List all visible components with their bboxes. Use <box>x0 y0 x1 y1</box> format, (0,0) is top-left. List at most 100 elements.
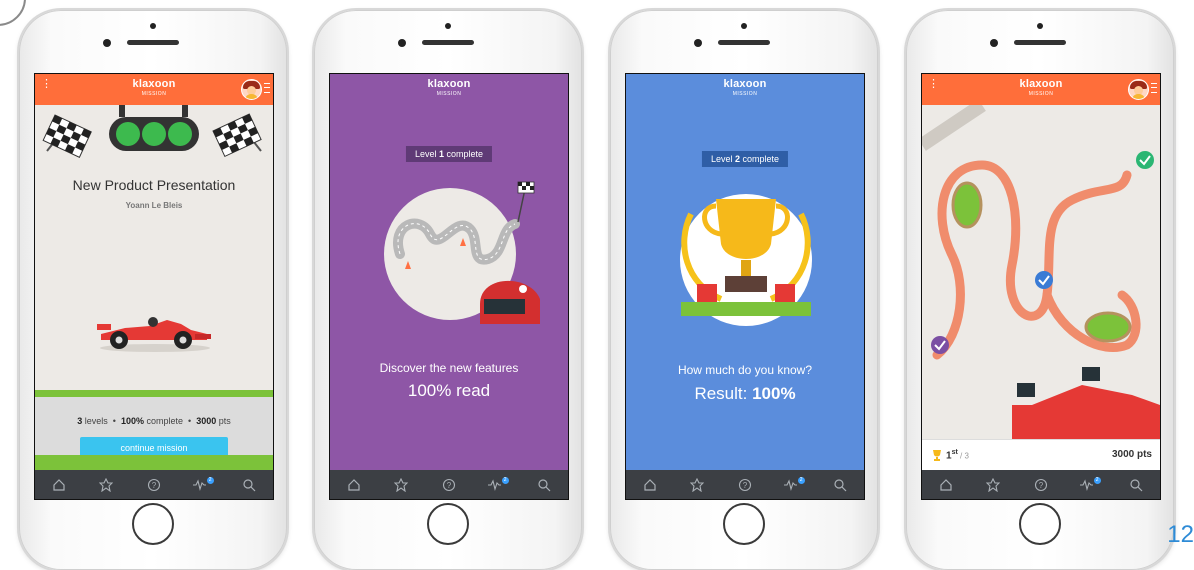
screen-level1-complete: klaxoon MISSION Level 1 complete Discove… <box>329 73 569 500</box>
home-icon[interactable] <box>47 478 71 492</box>
trophy-illustration <box>681 199 811 316</box>
levels-label: levels <box>84 416 108 426</box>
level-complete-badge: Level 2 complete <box>701 151 789 167</box>
grass-strip-bottom <box>35 455 273 470</box>
help-icon[interactable]: ? <box>733 478 757 492</box>
activity-icon[interactable]: 2 <box>781 476 805 492</box>
activity-badge: 2 <box>501 476 509 484</box>
search-icon[interactable] <box>828 478 852 492</box>
missions-icon[interactable] <box>685 477 709 492</box>
brand-logo: klaxoon MISSION <box>330 79 568 98</box>
badge-prefix: Level <box>710 154 735 164</box>
missions-icon[interactable] <box>981 477 1005 492</box>
levels-count: 3 <box>77 416 83 426</box>
search-icon[interactable] <box>1124 478 1148 492</box>
screen-mission-overview: ⋮ klaxoon MISSION New Product Presentati… <box>34 73 274 500</box>
avatar[interactable] <box>1128 79 1149 100</box>
hamburger-icon[interactable] <box>1151 83 1157 93</box>
sensor-dot <box>741 23 747 29</box>
rank: 1st / 3 <box>946 449 969 461</box>
app-header: klaxoon MISSION <box>330 74 568 105</box>
badge-suffix: complete <box>444 149 484 159</box>
result-value: 100% <box>752 384 796 403</box>
brand-sub: MISSION <box>141 91 167 97</box>
speaker-grille <box>422 40 474 45</box>
badge-prefix: Level <box>414 149 439 159</box>
race-track-map <box>922 105 1160 440</box>
search-icon[interactable] <box>532 478 556 492</box>
race-start-lights-illustration <box>42 105 262 158</box>
camera-icon <box>990 39 998 47</box>
svg-text:?: ? <box>743 481 748 490</box>
hamburger-icon[interactable] <box>264 83 270 93</box>
sensor-dot <box>1037 23 1043 29</box>
complete-label: complete <box>146 416 184 426</box>
svg-text:?: ? <box>152 481 157 490</box>
home-button[interactable] <box>1019 503 1061 545</box>
trophy-icon <box>933 450 941 461</box>
camera-icon <box>103 39 111 47</box>
help-icon[interactable]: ? <box>1029 478 1053 492</box>
brand-name: klaxoon <box>723 78 767 90</box>
home-icon[interactable] <box>934 478 958 492</box>
activity-icon[interactable]: 2 <box>1077 476 1101 492</box>
speaker-grille <box>1014 40 1066 45</box>
screen-mission-map: ⋮ klaxoon MISSION 1st / 3 3000 pts ? 2 <box>921 73 1161 500</box>
search-icon[interactable] <box>237 478 261 492</box>
svg-text:?: ? <box>447 481 452 490</box>
brand-name: klaxoon <box>1019 78 1063 90</box>
level-complete-badge: Level 1 complete <box>405 146 493 162</box>
activity-icon[interactable]: 2 <box>190 476 214 492</box>
race-track-helmet-illustration <box>393 181 540 324</box>
home-button[interactable] <box>132 503 174 545</box>
bottom-nav: ? 2 <box>35 470 273 499</box>
speaker-grille <box>127 40 179 45</box>
brand-name: klaxoon <box>427 78 471 90</box>
brand-logo: klaxoon MISSION <box>626 79 864 98</box>
camera-icon <box>398 39 406 47</box>
mission-title: New Product Presentation <box>72 177 236 193</box>
bottom-nav: ? 2 <box>922 470 1160 499</box>
activity-badge: 2 <box>206 476 214 484</box>
level-result: 100% read <box>407 381 491 400</box>
screen-level2-complete: klaxoon MISSION Level 2 complete How muc… <box>625 73 865 500</box>
grass-strip <box>35 390 273 397</box>
help-icon[interactable]: ? <box>437 478 461 492</box>
sensor-dot <box>150 23 156 29</box>
missions-icon[interactable] <box>389 477 413 492</box>
quiz-result: Result: 100% <box>626 384 864 404</box>
activity-badge: 2 <box>797 476 805 484</box>
mission-stats: 3 levels • 100% complete • 3000 pts <box>77 416 231 426</box>
corner-decoration <box>0 0 26 26</box>
activity-badge: 2 <box>1093 476 1101 484</box>
svg-text:?: ? <box>1039 481 1044 490</box>
avatar[interactable] <box>241 79 262 100</box>
mission-author: Yoann Le Bleis <box>125 201 183 210</box>
result-label: Result: <box>694 384 753 403</box>
sensor-dot <box>445 23 451 29</box>
home-icon[interactable] <box>638 478 662 492</box>
brand-logo: klaxoon MISSION <box>35 79 273 98</box>
home-button[interactable] <box>427 503 469 545</box>
phone-mockup-4: ⋮ klaxoon MISSION 1st / 3 3000 pts ? 2 <box>906 10 1174 570</box>
home-button[interactable] <box>723 503 765 545</box>
score-bar: 1st / 3 3000 pts <box>922 439 1160 470</box>
badge-suffix: complete <box>740 154 780 164</box>
brand-sub: MISSION <box>436 91 462 97</box>
bottom-nav: ? 2 <box>330 470 568 499</box>
camera-icon <box>694 39 702 47</box>
complete-value: 100% <box>120 416 144 426</box>
missions-icon[interactable] <box>94 477 118 492</box>
activity-icon[interactable]: 2 <box>485 476 509 492</box>
total-points: 3000 pts <box>1111 449 1152 460</box>
phone-mockup-3: klaxoon MISSION Level 2 complete How muc… <box>610 10 878 570</box>
home-icon[interactable] <box>342 478 366 492</box>
speaker-grille <box>718 40 770 45</box>
help-icon[interactable]: ? <box>142 478 166 492</box>
brand-name: klaxoon <box>132 78 176 90</box>
app-header: ⋮ klaxoon MISSION <box>922 74 1160 105</box>
question-text: How much do you know? <box>677 363 813 377</box>
phone-mockup-2: klaxoon MISSION Level 1 complete Discove… <box>314 10 582 570</box>
rank-of: / 3 <box>957 451 969 461</box>
brand-sub: MISSION <box>732 91 758 97</box>
